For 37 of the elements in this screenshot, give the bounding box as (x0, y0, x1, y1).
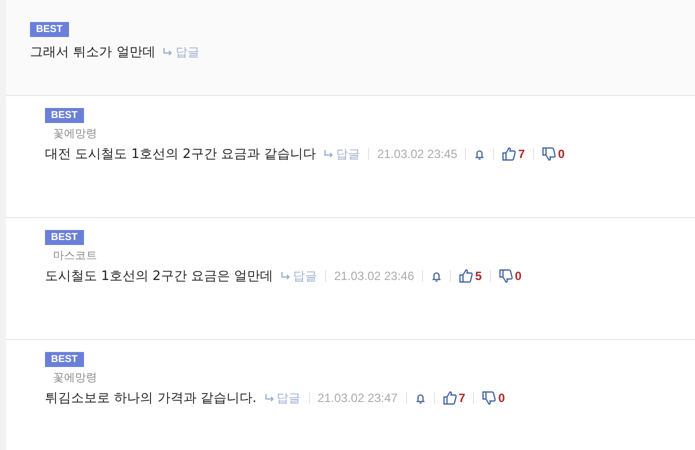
author-name[interactable]: 꽃에망령 (53, 370, 97, 385)
like-button[interactable]: 7 (442, 391, 466, 405)
thumbs-down-icon (542, 147, 556, 161)
reply-arrow-icon (324, 150, 334, 158)
comment-text: 튀김소보로 하나의 가격과 같습니다. (45, 390, 257, 407)
comment-date: 21.03.02 23:45 (377, 147, 458, 161)
thumbs-down-icon (482, 391, 496, 405)
like-button[interactable]: 5 (459, 269, 482, 283)
comment-date: 21.03.02 23:46 (334, 269, 414, 283)
best-badge: BEST (45, 230, 84, 245)
comment-text: 도시철도 1호선의 2구간 요금은 얼만데 (45, 268, 274, 285)
dislike-button[interactable]: 0 (482, 391, 505, 405)
reply-arrow-icon (281, 272, 292, 280)
bell-icon[interactable] (414, 392, 426, 404)
author-name[interactable]: 마스코트 (53, 248, 97, 263)
reply-link[interactable]: 답글 (163, 44, 200, 60)
comment-date: 21.03.02 23:47 (318, 391, 398, 405)
thumbs-down-icon (498, 269, 513, 283)
bell-icon[interactable] (474, 148, 486, 160)
reply-link[interactable]: 답글 (264, 390, 301, 406)
reply-link[interactable]: 답글 (324, 146, 360, 162)
best-badge: BEST (45, 352, 84, 367)
reply-link[interactable]: 답글 (281, 268, 318, 284)
best-badge: BEST (45, 108, 84, 123)
thumbs-up-icon (502, 147, 516, 161)
author-name[interactable]: 꽃에망령 (53, 126, 97, 141)
bell-icon[interactable] (431, 270, 442, 282)
comment-text: 그래서 튀소가 얼만데 (30, 44, 156, 61)
reply-arrow-icon (163, 48, 174, 56)
dislike-button[interactable]: 0 (498, 269, 522, 283)
dislike-button[interactable]: 0 (542, 147, 565, 161)
thumbs-up-icon (459, 269, 474, 283)
reply-arrow-icon (264, 394, 275, 402)
like-button[interactable]: 7 (502, 147, 525, 161)
thumbs-up-icon (442, 391, 457, 405)
best-badge: BEST (30, 22, 69, 37)
comment-text: 대전 도시철도 1호선의 2구간 요금과 같습니다 (45, 146, 316, 163)
